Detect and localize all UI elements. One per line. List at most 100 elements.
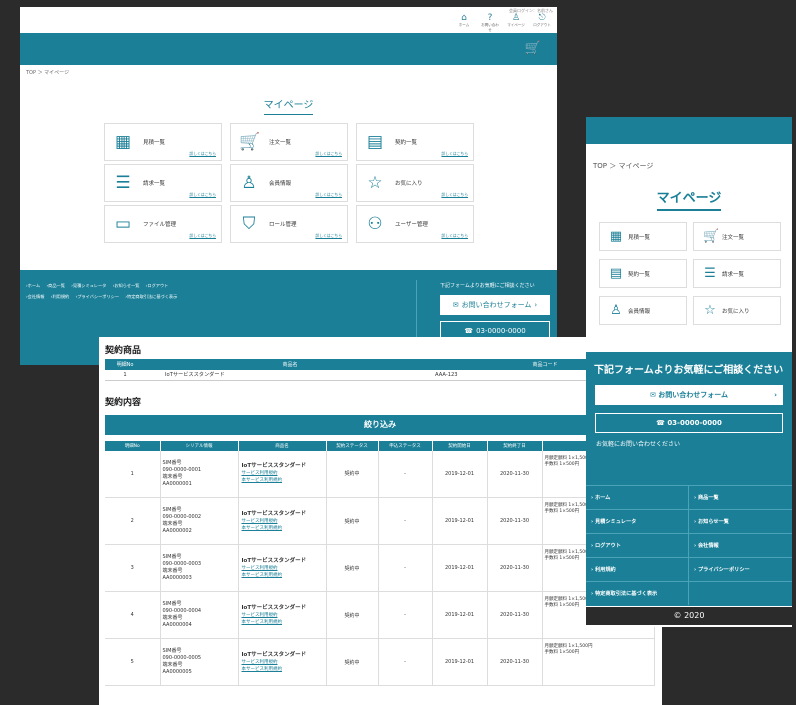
breadcrumb: TOP ＞ マイページ — [26, 70, 70, 76]
logout-icon[interactable]: ⎋ ログアウト — [533, 13, 551, 33]
details-title: 契約内容 — [105, 397, 142, 408]
details-link[interactable]: 詳しくはこちら — [189, 151, 216, 157]
serial-info: SIM番号 090-0000-0002 端末番号 AA0000002 — [160, 497, 239, 545]
terms-link[interactable]: 本サービス利用規約 — [242, 477, 326, 484]
chevron-right-icon: › — [534, 301, 538, 309]
product-cell: IoTサービススタンダード サービス利用規約 本サービス利用規約 — [238, 450, 327, 498]
footer-link[interactable]: ›特定商取引法に基づく表示 — [125, 294, 177, 299]
filter-button[interactable]: 絞り込み — [105, 414, 655, 435]
footer-link[interactable]: ›ログアウト — [146, 283, 169, 288]
footer-link[interactable]: ›プライバシーポリシー — [76, 294, 119, 299]
calculator-icon: ▦ — [609, 229, 623, 244]
serial-info: SIM番号 090-0000-0001 端末番号 AA0000001 — [160, 450, 239, 498]
apply-status: - — [378, 544, 433, 592]
menu-card-estimates[interactable]: ▦ 見積一覧 詳しくはこちら — [104, 123, 222, 161]
cart-icon[interactable]: 🛒 — [525, 41, 541, 56]
details-link[interactable]: 詳しくはこちら — [315, 151, 342, 157]
footer-link[interactable]: › ホーム — [586, 485, 689, 509]
footer-contact: 下記フォームよりお気軽にご相談ください ✉ お問い合わせフォーム › ☎ 03-000… — [440, 282, 550, 341]
contact-form-button[interactable]: ✉ お問い合わせフォーム › — [595, 385, 783, 405]
terms-link[interactable]: サービス利用規約 — [242, 612, 326, 619]
menu-card-contracts[interactable]: ▤ 契約一覧 詳しくはこちら — [356, 123, 474, 161]
invoice-icon: ☰ — [704, 266, 716, 281]
menu-card-favorites[interactable]: ☆ お気に入り 詳しくはこちら — [356, 164, 474, 202]
terms-link[interactable]: サービス利用規約 — [242, 518, 326, 525]
menu-card-users[interactable]: ⚇ ユーザー管理 詳しくはこちら — [356, 205, 474, 243]
footer-link[interactable]: ›ホーム — [26, 283, 40, 288]
details-link[interactable]: 詳しくはこちら — [315, 192, 342, 198]
details-link[interactable]: 詳しくはこちら — [189, 192, 216, 198]
footer-link[interactable]: › 利用規約 — [586, 557, 689, 581]
product-cell: IoTサービススタンダード サービス利用規約 本サービス利用規約 — [238, 591, 327, 639]
end-date: 2020-11-30 — [487, 497, 543, 545]
terms-link[interactable]: 本サービス利用規約 — [242, 619, 326, 626]
page-title: マイページ — [20, 96, 557, 115]
footer-link[interactable]: › 見積シミュレータ — [586, 509, 689, 533]
page-title: マイページ — [586, 187, 792, 211]
end-date: 2020-11-30 — [487, 591, 543, 639]
terms-link[interactable]: サービス利用規約 — [242, 470, 326, 477]
terms-link[interactable]: 本サービス利用規約 — [242, 572, 326, 579]
user-icon[interactable]: ♙ マイページ — [507, 13, 525, 33]
menu-card-files[interactable]: ▭ ファイル管理 詳しくはこちら — [104, 205, 222, 243]
contract-status: 契約中 — [326, 450, 379, 498]
serial-info: SIM番号 090-0000-0005 端末番号 AA0000005 — [160, 638, 239, 686]
footer-link[interactable]: ›会社情報 — [26, 294, 44, 299]
footer-link[interactable]: ›見積シミュレータ — [71, 283, 106, 288]
copyright: © 2020 — [586, 607, 792, 625]
cart-icon: 🛒 — [239, 132, 261, 152]
person-icon: ♙ — [610, 303, 622, 318]
mobile-footer-links: › ホーム › 商品一覧 › 見積シミュレータ › お知らせ一覧 › ログアウト… — [586, 485, 792, 605]
top-icon-nav: ⌂ ホーム ? お問い合わせ ♙ マイページ ⎋ ログアウト — [455, 13, 551, 33]
menu-card-estimates[interactable]: ▦ 見積一覧 — [599, 222, 687, 251]
contact-form-button[interactable]: ✉ お問い合わせフォーム › — [440, 295, 550, 315]
footer-link[interactable]: ›商品一覧 — [46, 283, 64, 288]
help-icon[interactable]: ? お問い合わせ — [481, 13, 499, 33]
footer-link[interactable]: › お知らせ一覧 — [689, 509, 792, 533]
contract-detail-screen: 契約商品 明細No 商品名 商品コード 1 IoTサービススタンダード AAA-… — [99, 337, 662, 705]
terms-link[interactable]: 本サービス利用規約 — [242, 666, 326, 673]
folder-icon: ▭ — [114, 214, 132, 234]
footer-link[interactable]: › ログアウト — [586, 533, 689, 557]
footer-link[interactable]: › 商品一覧 — [689, 485, 792, 509]
menu-card-roles[interactable]: ⛉ ロール管理 詳しくはこちら — [230, 205, 348, 243]
menu-card-orders[interactable]: 🛒 注文一覧 — [693, 222, 781, 251]
footer-link[interactable]: › 会社情報 — [689, 533, 792, 557]
mobile-menu-grid: ▦ 見積一覧 🛒 注文一覧 ▤ 契約一覧 ☰ 請求一覧 ♙ 会員情報 ☆ お気に入り — [599, 222, 781, 325]
menu-card-favorites[interactable]: ☆ お気に入り — [693, 296, 781, 325]
footer-link[interactable]: ›利用規約 — [51, 294, 69, 299]
details-link[interactable]: 詳しくはこちら — [315, 233, 342, 239]
table-row: 1 SIM番号 090-0000-0001 端末番号 AA0000001 IoTサービスス… — [105, 450, 655, 498]
details-link[interactable]: 詳しくはこちら — [441, 233, 468, 239]
details-link[interactable]: 詳しくはこちら — [441, 151, 468, 157]
footer-link[interactable]: › 特定商取引法に基づく表示 — [586, 581, 689, 605]
header-bar: 🛒 — [20, 33, 557, 65]
contract-status: 契約中 — [326, 544, 379, 592]
menu-card-member-info[interactable]: ♙ 会員情報 — [599, 296, 687, 325]
users-icon: ⚇ — [367, 214, 383, 234]
phone-button[interactable]: ☎ 03-0000-0000 — [595, 413, 783, 433]
footer-link[interactable]: ›お知らせ一覧 — [113, 283, 140, 288]
terms-link[interactable]: 本サービス利用規約 — [242, 525, 326, 532]
details-link[interactable]: 詳しくはこちら — [189, 233, 216, 239]
start-date: 2019-12-01 — [432, 497, 488, 545]
menu-card-contracts[interactable]: ▤ 契約一覧 — [599, 259, 687, 288]
menu-card-orders[interactable]: 🛒 注文一覧 詳しくはこちら — [230, 123, 348, 161]
terms-link[interactable]: サービス利用規約 — [242, 565, 326, 572]
home-icon[interactable]: ⌂ ホーム — [455, 13, 473, 33]
start-date: 2019-12-01 — [432, 638, 488, 686]
terms-link[interactable]: サービス利用規約 — [242, 659, 326, 666]
desktop-mypage-screen: 会員ログイン：名前さん ⌂ ホーム ? お問い合わせ ♙ マイページ ⎋ ログアウト 🛒… — [20, 7, 557, 365]
end-date: 2020-11-30 — [487, 544, 543, 592]
table-row: 3 SIM番号 090-0000-0003 端末番号 AA0000003 IoTサービスス… — [105, 544, 655, 592]
menu-card-invoices[interactable]: ☰ 請求一覧 — [693, 259, 781, 288]
phone-icon: ☎ — [656, 419, 668, 427]
start-date: 2019-12-01 — [432, 450, 488, 498]
menu-card-invoices[interactable]: ☰ 請求一覧 詳しくはこちら — [104, 164, 222, 202]
details-link[interactable]: 詳しくはこちら — [441, 192, 468, 198]
start-date: 2019-12-01 — [432, 544, 488, 592]
footer-link[interactable]: › プライバシーポリシー — [689, 557, 792, 581]
top-bar: 会員ログイン：名前さん ⌂ ホーム ? お問い合わせ ♙ マイページ ⎋ ログアウト — [20, 7, 557, 33]
menu-card-member-info[interactable]: ♙ 会員情報 詳しくはこちら — [230, 164, 348, 202]
table-row: 5 SIM番号 090-0000-0005 端末番号 AA0000005 IoTサービスス… — [105, 638, 655, 686]
